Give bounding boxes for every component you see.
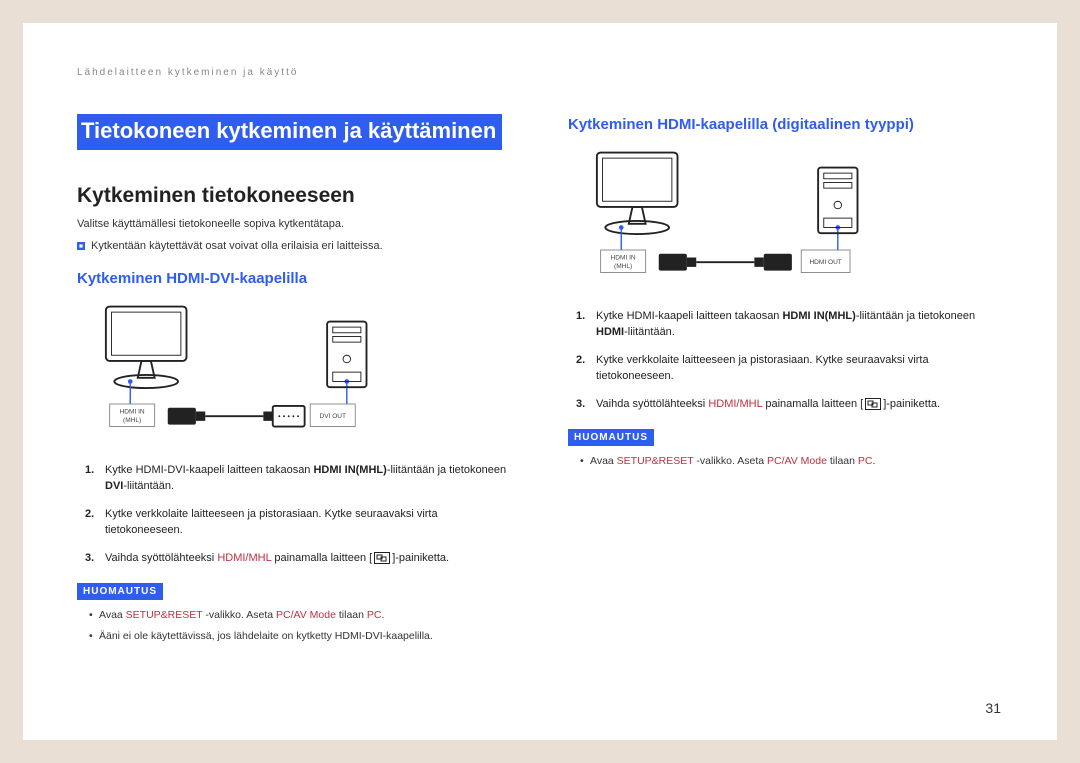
figure-hdmi-hdmi: HDMI IN (MHL) HDMI OUT — [570, 145, 890, 295]
svg-text:DVI OUT: DVI OUT — [319, 413, 346, 420]
info-bullet: Kytkentään käytettävät osat voivat olla … — [77, 240, 512, 252]
source-button-icon — [865, 398, 881, 410]
steps-list-dvi: Kytke HDMI-DVI-kaapeli laitteen takaosan… — [91, 463, 512, 567]
svg-text:(MHL): (MHL) — [614, 263, 632, 270]
info-bullet-text: Kytkentään käytettävät osat voivat olla … — [91, 240, 383, 252]
note-item: Ääni ei ole käytettävissä, jos lähdelait… — [89, 629, 512, 644]
svg-text:(MHL): (MHL) — [123, 417, 141, 424]
page-title: Tietokoneen kytkeminen ja käyttäminen — [77, 114, 502, 150]
step-1: Kytke HDMI-DVI-kaapeli laitteen takaosan… — [91, 463, 512, 495]
step-1: Kytke HDMI-kaapeli laitteen takaosan HDM… — [582, 309, 1003, 341]
note-list-dvi: Avaa SETUP&RESET -valikko. Aseta PC/AV M… — [89, 608, 512, 644]
content-columns: Tietokoneen kytkeminen ja käyttäminen Ky… — [77, 114, 1003, 650]
note-badge: HUOMAUTUS — [568, 429, 654, 446]
note-list-hdmi: Avaa SETUP&RESET -valikko. Aseta PC/AV M… — [580, 454, 1003, 469]
source-button-icon — [374, 552, 390, 564]
step-3: Vaihda syöttölähteeksi HDMI/MHL painamal… — [582, 397, 1003, 413]
right-column: Kytkeminen HDMI-kaapelilla (digitaalinen… — [568, 114, 1003, 650]
subsection-heading-hdmi: Kytkeminen HDMI-kaapelilla (digitaalinen… — [568, 116, 1003, 133]
section-heading: Kytkeminen tietokoneeseen — [77, 184, 512, 208]
note-badge: HUOMAUTUS — [77, 583, 163, 600]
note-item: Avaa SETUP&RESET -valikko. Aseta PC/AV M… — [89, 608, 512, 623]
figure-hdmi-dvi: HDMI IN (MHL) DVI OUT — [79, 299, 399, 449]
svg-text:HDMI OUT: HDMI OUT — [809, 259, 841, 266]
subsection-heading-dvi: Kytkeminen HDMI-DVI-kaapelilla — [77, 270, 512, 287]
svg-text:HDMI IN: HDMI IN — [120, 408, 145, 415]
page-container: Lähdelaitteen kytkeminen ja käyttö Tieto… — [23, 23, 1057, 740]
note-item: Avaa SETUP&RESET -valikko. Aseta PC/AV M… — [580, 454, 1003, 469]
lead-text: Valitse käyttämällesi tietokoneelle sopi… — [77, 218, 512, 230]
step-3: Vaihda syöttölähteeksi HDMI/MHL painamal… — [91, 551, 512, 567]
steps-list-hdmi: Kytke HDMI-kaapeli laitteen takaosan HDM… — [582, 309, 1003, 413]
bullet-marker-icon — [77, 242, 85, 250]
step-2: Kytke verkkolaite laitteeseen ja pistora… — [91, 507, 512, 539]
page-number: 31 — [985, 700, 1001, 716]
left-column: Tietokoneen kytkeminen ja käyttäminen Ky… — [77, 114, 512, 650]
step-2: Kytke verkkolaite laitteeseen ja pistora… — [582, 353, 1003, 385]
svg-text:HDMI IN: HDMI IN — [611, 254, 636, 261]
breadcrumb: Lähdelaitteen kytkeminen ja käyttö — [77, 67, 1003, 78]
